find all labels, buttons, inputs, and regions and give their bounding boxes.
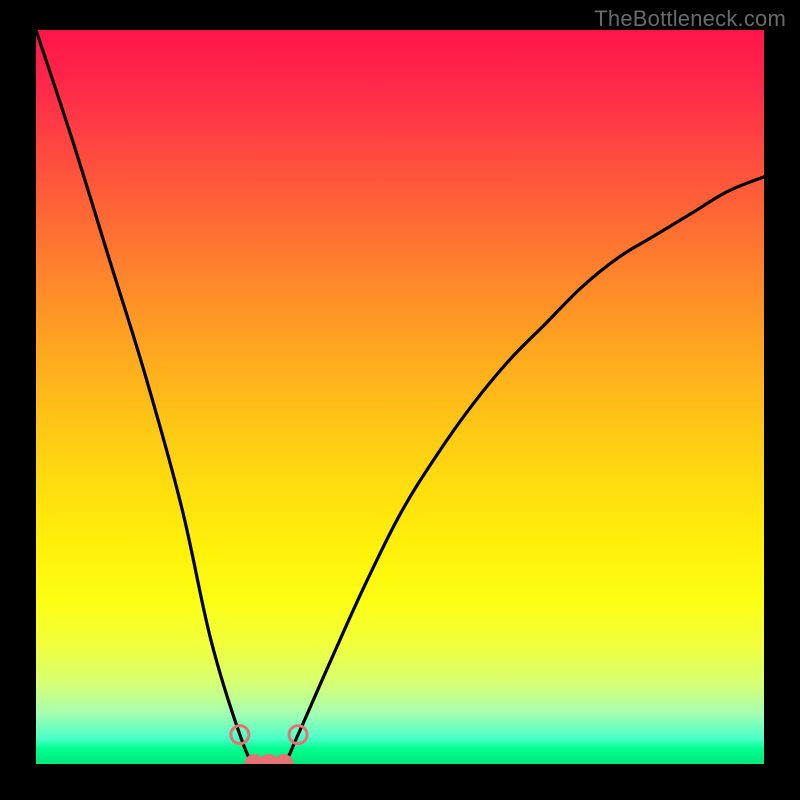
data-markers <box>231 726 307 764</box>
watermark-text: TheBottleneck.com <box>594 6 786 32</box>
chart-stage: TheBottleneck.com <box>0 0 800 800</box>
plot-area <box>36 30 764 764</box>
bottleneck-curve <box>36 30 764 764</box>
